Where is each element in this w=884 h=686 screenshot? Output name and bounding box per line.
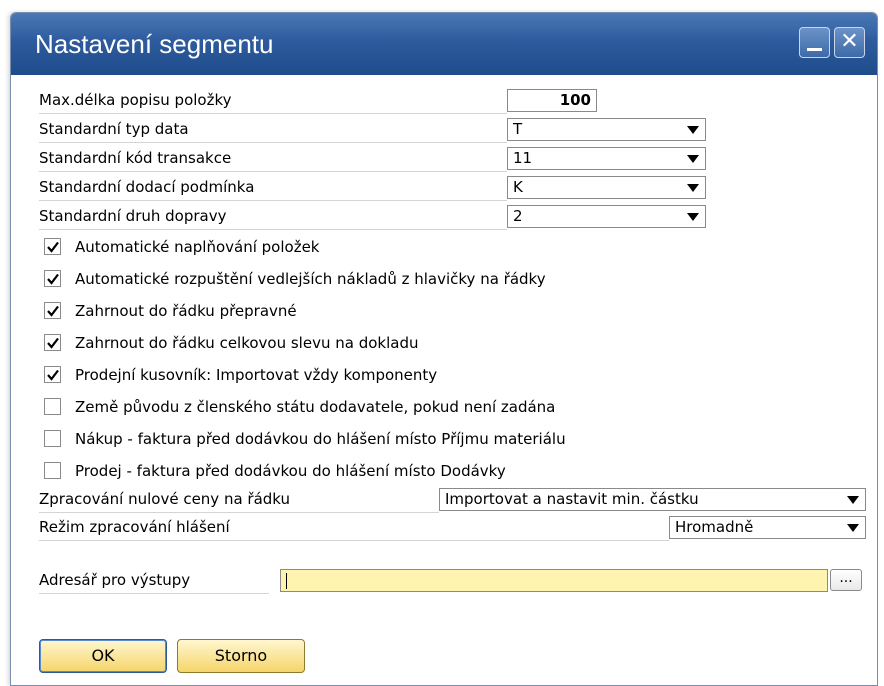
checkbox[interactable] — [44, 334, 61, 351]
date-type-value: T — [513, 120, 523, 138]
divider — [39, 200, 507, 201]
checkbox-label: Automatické naplňování položek — [75, 238, 320, 256]
date-type-select[interactable]: T — [507, 118, 706, 141]
checkbox-label: Zahrnout do řádku celkovou slevu na dokl… — [75, 334, 419, 352]
max-desc-input[interactable]: 100 — [507, 89, 597, 112]
dropdown-arrow-icon[interactable] — [847, 524, 859, 532]
checkbox-label: Prodej - faktura před dodávkou do hlášen… — [75, 462, 506, 480]
checkbox-label: Nákup - faktura před dodávkou do hlášení… — [75, 430, 566, 448]
checkbox[interactable] — [44, 462, 61, 479]
minimize-button[interactable] — [799, 27, 830, 58]
report-mode-select[interactable]: Hromadně — [669, 516, 866, 539]
output-dir-row: Adresář pro výstupy ... — [39, 568, 869, 594]
max-desc-row: Max.délka popisu položky 100 — [39, 88, 869, 114]
checkbox-row[interactable]: Země původu z členského státu dodavatele… — [44, 395, 864, 421]
checkmark-icon — [47, 241, 59, 253]
dialog-title: Nastavení segmentu — [35, 29, 274, 59]
checkbox[interactable] — [44, 398, 61, 415]
transaction-select[interactable]: 11 — [507, 147, 706, 170]
dropdown-arrow-icon[interactable] — [847, 496, 859, 504]
checkbox-row[interactable]: Prodej - faktura před dodávkou do hlášen… — [44, 459, 864, 485]
checkbox[interactable] — [44, 302, 61, 319]
checkbox[interactable] — [44, 430, 61, 447]
checkbox-label: Zahrnout do řádku přepravné — [75, 302, 297, 320]
checkmark-icon — [47, 337, 59, 349]
zero-price-select[interactable]: Importovat a nastavit min. částku — [439, 488, 866, 511]
checkmark-icon — [47, 305, 59, 317]
divider — [39, 593, 269, 594]
date-type-row: Standardní typ data T — [39, 117, 869, 143]
checkbox[interactable] — [44, 238, 61, 255]
checkbox-label: Země původu z členského státu dodavatele… — [75, 398, 556, 416]
checkbox[interactable] — [44, 366, 61, 383]
checkbox-row[interactable]: Automatické naplňování položek — [44, 235, 864, 261]
transport-value: 2 — [513, 207, 523, 225]
divider — [39, 229, 507, 230]
dropdown-arrow-icon[interactable] — [687, 213, 699, 221]
divider — [39, 171, 507, 172]
divider — [39, 540, 669, 541]
title-bar[interactable]: Nastavení segmentu ✕ — [11, 13, 877, 75]
text-cursor — [286, 572, 287, 589]
delivery-select[interactable]: K — [507, 176, 706, 199]
dropdown-arrow-icon[interactable] — [687, 126, 699, 134]
settings-dialog: Nastavení segmentu ✕ Max.délka popisu po… — [10, 12, 878, 686]
output-dir-input[interactable] — [280, 569, 828, 592]
ok-button[interactable]: OK — [39, 639, 167, 673]
delivery-label: Standardní dodací podmínka — [39, 178, 255, 196]
zero-price-row: Zpracování nulové ceny na řádku Importov… — [39, 487, 869, 513]
transport-select[interactable]: 2 — [507, 205, 706, 228]
divider — [39, 142, 507, 143]
checkbox-label: Automatické rozpuštění vedlejších náklad… — [75, 270, 546, 288]
transaction-value: 11 — [513, 149, 533, 167]
report-mode-row: Režim zpracování hlášení Hromadně — [39, 515, 869, 541]
output-dir-label: Adresář pro výstupy — [39, 571, 191, 589]
checkbox-label: Prodejní kusovník: Importovat vždy kompo… — [75, 366, 438, 384]
transport-label: Standardní druh dopravy — [39, 207, 227, 225]
zero-price-value: Importovat a nastavit min. částku — [445, 490, 699, 508]
checkbox[interactable] — [44, 270, 61, 287]
transport-row: Standardní druh dopravy 2 — [39, 204, 869, 230]
delivery-value: K — [513, 178, 523, 196]
minimize-icon — [807, 48, 822, 51]
checkbox-row[interactable]: Nákup - faktura před dodávkou do hlášení… — [44, 427, 864, 453]
report-mode-value: Hromadně — [675, 518, 754, 536]
checkbox-row[interactable]: Prodejní kusovník: Importovat vždy kompo… — [44, 363, 864, 389]
transaction-label: Standardní kód transakce — [39, 149, 232, 167]
checkbox-row[interactable]: Zahrnout do řádku celkovou slevu na dokl… — [44, 331, 864, 357]
delivery-row: Standardní dodací podmínka K — [39, 175, 869, 201]
close-icon: ✕ — [840, 29, 859, 54]
report-mode-label: Režim zpracování hlášení — [39, 518, 230, 536]
checkmark-icon — [47, 369, 59, 381]
dropdown-arrow-icon[interactable] — [687, 184, 699, 192]
checkbox-row[interactable]: Zahrnout do řádku přepravné — [44, 299, 864, 325]
transaction-row: Standardní kód transakce 11 — [39, 146, 869, 172]
cancel-button[interactable]: Storno — [177, 639, 305, 673]
checkbox-row[interactable]: Automatické rozpuštění vedlejších náklad… — [44, 267, 864, 293]
zero-price-label: Zpracování nulové ceny na řádku — [39, 490, 291, 508]
checkmark-icon — [47, 273, 59, 285]
divider — [39, 113, 507, 114]
divider — [39, 512, 439, 513]
max-desc-label: Max.délka popisu položky — [39, 91, 232, 109]
browse-button[interactable]: ... — [830, 569, 862, 591]
close-button[interactable]: ✕ — [834, 27, 865, 58]
date-type-label: Standardní typ data — [39, 120, 189, 138]
dropdown-arrow-icon[interactable] — [687, 155, 699, 163]
